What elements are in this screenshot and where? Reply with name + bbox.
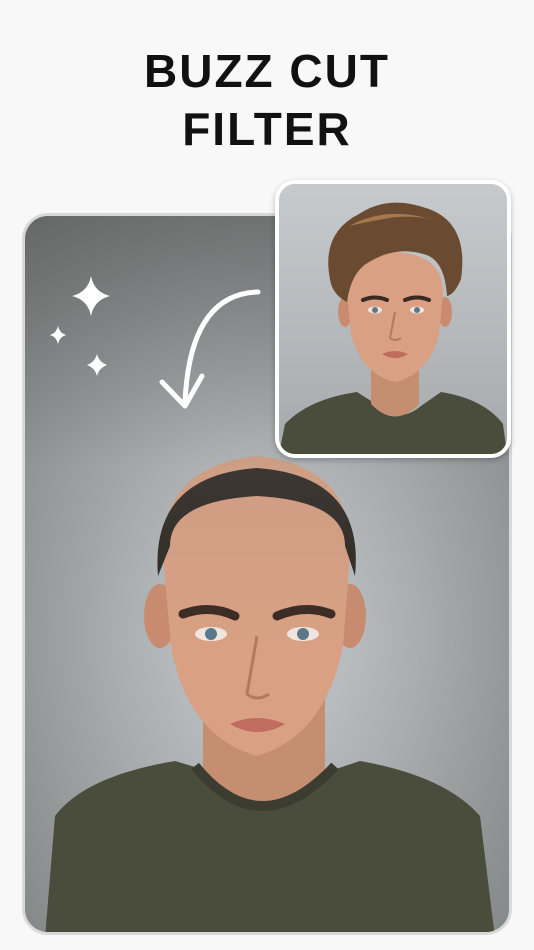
before-photo xyxy=(275,180,511,458)
long-hair-portrait xyxy=(279,202,507,454)
title-line-2: FILTER xyxy=(182,103,352,155)
page-title: BUZZ CUT FILTER xyxy=(0,42,534,158)
promo-screen: BUZZ CUT FILTER xyxy=(0,0,534,950)
curved-arrow-icon xyxy=(159,289,261,409)
title-line-1: BUZZ CUT xyxy=(144,45,390,97)
sparkle-icon xyxy=(50,276,110,376)
